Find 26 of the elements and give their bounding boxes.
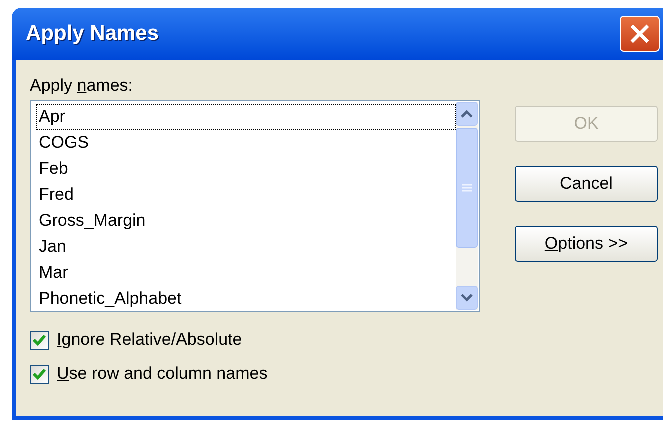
scroll-thumb[interactable]	[456, 128, 478, 248]
names-label: Apply names:	[30, 75, 134, 97]
dialog-button[interactable]: Cancel	[515, 166, 658, 202]
scroll-down-button[interactable]	[456, 286, 478, 310]
checkbox[interactable]	[30, 330, 49, 350]
list-item[interactable]: Phonetic_Alphabet	[36, 286, 456, 312]
window-title: Apply Names	[26, 21, 160, 48]
list-item[interactable]: COGS	[36, 130, 456, 156]
check-icon	[33, 368, 46, 380]
checkbox-label[interactable]: Ignore Relative/Absolute	[57, 328, 242, 352]
list-item[interactable]: Mar	[36, 260, 456, 286]
list-item[interactable]: Apr	[36, 104, 456, 130]
list-item[interactable]: Gross_Margin	[36, 208, 456, 234]
list-item[interactable]: Fred	[36, 182, 456, 208]
grip-icon	[462, 184, 472, 192]
list-item[interactable]: Jan	[36, 234, 456, 260]
checkbox-label[interactable]: Use row and column names	[57, 362, 268, 386]
dialog-button[interactable]: Options >>	[515, 226, 658, 262]
close-button[interactable]	[620, 16, 660, 52]
close-icon	[629, 23, 651, 45]
scrollbar[interactable]	[456, 102, 478, 310]
names-list[interactable]: Apr COGS Feb Fred Gross_Margin Jan Mar Phonetic_Alphabet	[30, 100, 480, 312]
check-icon	[33, 334, 46, 346]
scroll-up-button[interactable]	[456, 102, 478, 126]
list-item[interactable]: Feb	[36, 156, 456, 182]
checkbox[interactable]	[30, 364, 49, 384]
